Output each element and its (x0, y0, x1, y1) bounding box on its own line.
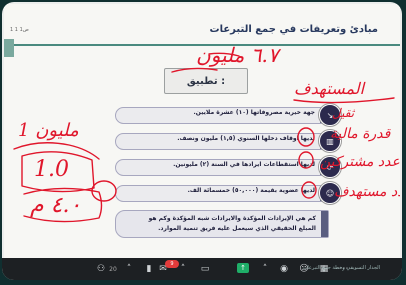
ink-left-1: 1 مليون (18, 120, 79, 141)
practice-box: تطبيق : (164, 68, 248, 94)
bar-chart-icon: ▥ (319, 130, 341, 152)
ink-stroke (293, 97, 395, 104)
item-text: لديها اوقاف دخلها السنوي (١,٥) مليون ونص… (177, 135, 315, 142)
presentation-slide: ص1 1 1 مبادئ وتعريفات في جمع التبرعات تط… (4, 4, 400, 258)
chart-down-icon: ↘ (319, 104, 341, 126)
ink-right-4: عدد مستهدف (334, 184, 400, 200)
ink-box (21, 151, 95, 193)
meeting-window: ص1 1 1 مبادئ وتعريفات في جمع التبرعات تط… (0, 0, 406, 285)
audio-level-icon[interactable]: ▮ (143, 262, 155, 276)
slide-side-tab (4, 39, 14, 57)
item-row-2: لديها اوقاف دخلها السنوي (١,٥) مليون ونص… (115, 130, 341, 152)
item-row-1: جهة خيرية مصروفاتها (١٠) عشرة ملايين. ↘ (115, 104, 341, 126)
chevron-up-icon[interactable]: ˄ (178, 262, 188, 276)
ink-circle-4 (91, 180, 117, 202)
ink-right-1: المستهدف (294, 79, 366, 98)
slide-title: مبادئ وتعريفات في جمع التبرعات (209, 24, 378, 35)
note-line-2: المبلغ الحقيقي الذي سيعمل عليه فريق تنمي… (158, 225, 316, 232)
item-row-4: لديها عضوية بقيمة (٥٠,٠٠٠) خمسمائة الف. … (115, 182, 341, 204)
note-line-1: كم هي الإيرادات المؤكدة والايرادات شبه ا… (148, 215, 316, 222)
item-row-3: لديها استقطاعات ايرادها في السنة (٢) ملي… (115, 156, 341, 178)
users-icon: ☺ (319, 182, 341, 204)
screen-bezel: ص1 1 1 مبادئ وتعريفات في جمع التبرعات تط… (2, 2, 402, 280)
ink-stroke (13, 142, 100, 160)
practice-label: تطبيق : (186, 75, 226, 87)
meeting-toolbar: ⚇ 20 ˄ ▮ ✉ 9 ˄ ▭ ↑ ˄ ◉ ☺ ▦ ⋯ الجدار التس… (2, 258, 402, 280)
share-icon: ↑ (240, 264, 246, 272)
ink-left-3: ٤.٠ م (30, 193, 81, 218)
item-text: لديها عضوية بقيمة (٥٠,٠٠٠) خمسمائة الف. (187, 187, 315, 194)
item-text: لديها استقطاعات ايرادها في السنة (٢) ملي… (173, 161, 315, 168)
ink-box (23, 187, 103, 223)
chat-badge: 9 (165, 260, 179, 268)
slide-page-label: ص1 1 1 (10, 27, 29, 33)
chevron-up-icon[interactable]: ˄ (124, 262, 134, 276)
video-icon[interactable]: ▭ (198, 262, 212, 276)
participants-count: 20 (109, 265, 117, 273)
share-screen-button[interactable]: ↑ (237, 263, 249, 273)
refresh-icon: ⟳ (319, 156, 341, 178)
chevron-up-icon[interactable]: ˄ (260, 262, 270, 276)
question-note: كم هي الإيرادات المؤكدة والايرادات شبه ا… (115, 210, 329, 238)
slide-header: ص1 1 1 مبادئ وتعريفات في جمع التبرعات (4, 22, 400, 46)
bottom-caption: الجدار التسويقي وخطة جمع التبرعات (302, 265, 380, 271)
record-icon[interactable]: ◉ (278, 262, 290, 276)
participants-icon: ⚇ (96, 264, 106, 274)
item-text: جهة خيرية مصروفاتها (١٠) عشرة ملايين. (193, 109, 315, 116)
participants-button[interactable]: ⚇ (94, 262, 108, 276)
ink-left-2: 1.0 (34, 157, 69, 182)
ink-top-amount: ٦.٧ مليون (196, 43, 282, 67)
